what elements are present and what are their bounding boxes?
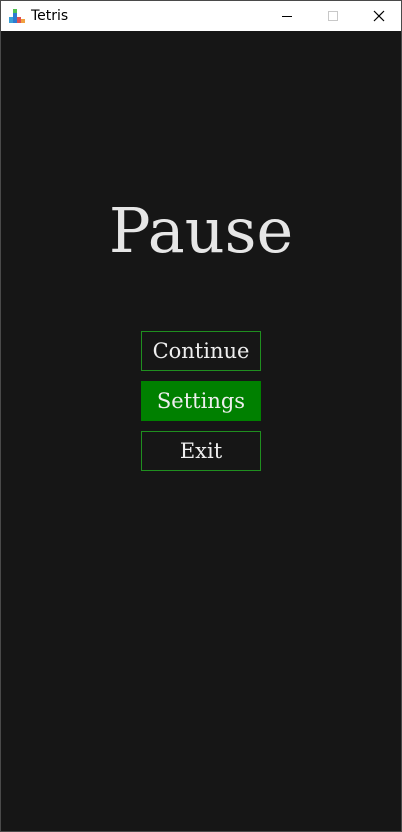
game-area: Pause Continue Settings Exit [1, 31, 401, 831]
maximize-icon [328, 11, 338, 21]
continue-button[interactable]: Continue [141, 331, 261, 371]
maximize-button[interactable] [310, 1, 356, 31]
settings-button[interactable]: Settings [141, 381, 261, 421]
close-button[interactable] [356, 1, 402, 31]
close-icon [373, 10, 385, 22]
window-title: Tetris [31, 8, 69, 24]
exit-button[interactable]: Exit [141, 431, 261, 471]
app-window: Tetris Pause Continue Settings Exit [0, 0, 402, 832]
tetris-blocks-icon [9, 9, 25, 23]
minimize-button[interactable] [264, 1, 310, 31]
minimize-icon [282, 16, 292, 17]
title-bar[interactable]: Tetris [1, 1, 401, 31]
pause-title: Pause [108, 194, 294, 267]
